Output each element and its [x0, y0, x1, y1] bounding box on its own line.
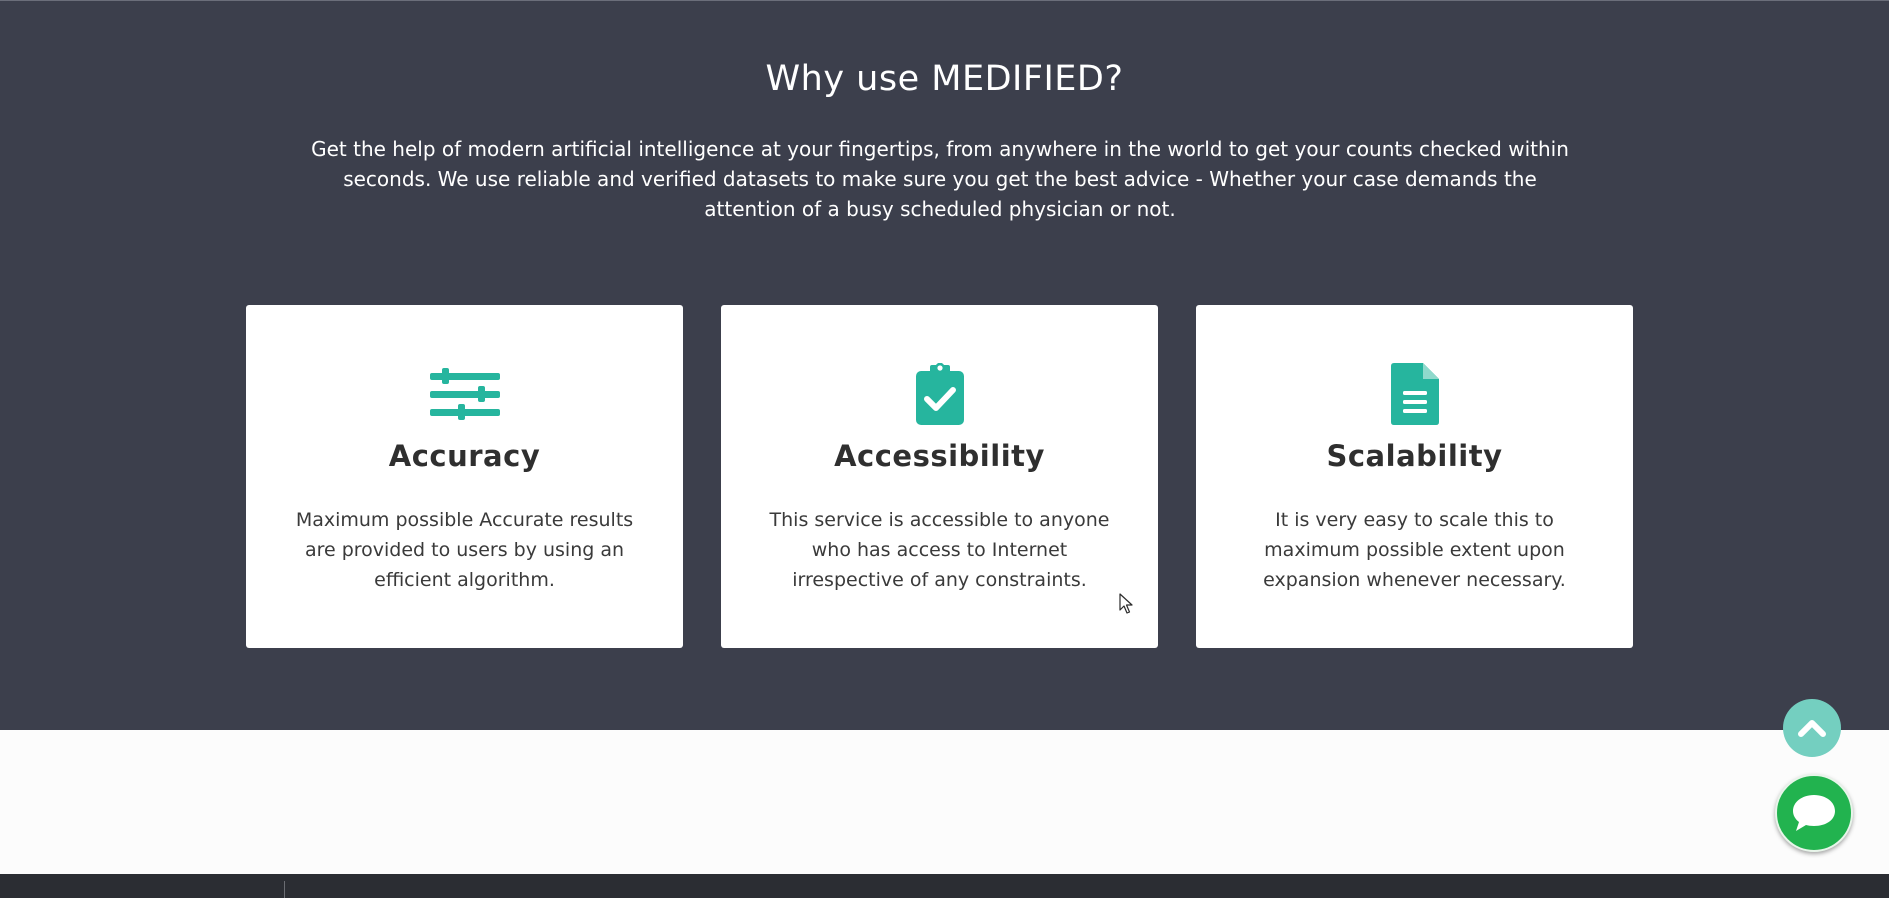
card-text: It is very easy to scale this to maximum…: [1263, 509, 1566, 591]
card-text: This service is accessible to anyone who…: [769, 509, 1110, 591]
feature-card-accuracy: Accuracy Maximum possible Accurate resul…: [246, 305, 683, 648]
mouse-cursor-icon: [1119, 593, 1133, 614]
sliders-icon: [246, 361, 683, 427]
footer-divider: [284, 881, 285, 898]
section-description: Get the help of modern artificial intell…: [311, 137, 1569, 221]
card-title: Accessibility: [834, 439, 1045, 473]
card-title: Scalability: [1326, 439, 1503, 473]
feature-card-scalability: Scalability It is very easy to scale thi…: [1196, 305, 1633, 648]
file-text-icon: [1196, 361, 1633, 427]
clipboard-check-icon: [721, 361, 1158, 427]
content-spacer: [0, 730, 1889, 874]
card-text: Maximum possible Accurate results are pr…: [295, 509, 634, 591]
section-title: Why use MEDIFIED?: [765, 59, 1124, 99]
chevron-up-icon: [1798, 720, 1826, 737]
scroll-to-top-button[interactable]: [1783, 699, 1841, 757]
feature-card-accessibility: Accessibility This service is accessible…: [721, 305, 1158, 648]
chat-bubble-icon: [1793, 795, 1835, 831]
why-section: Why use MEDIFIED? Get the help of modern…: [0, 0, 1889, 730]
card-title: Accuracy: [388, 439, 541, 473]
chat-button[interactable]: [1775, 774, 1853, 852]
